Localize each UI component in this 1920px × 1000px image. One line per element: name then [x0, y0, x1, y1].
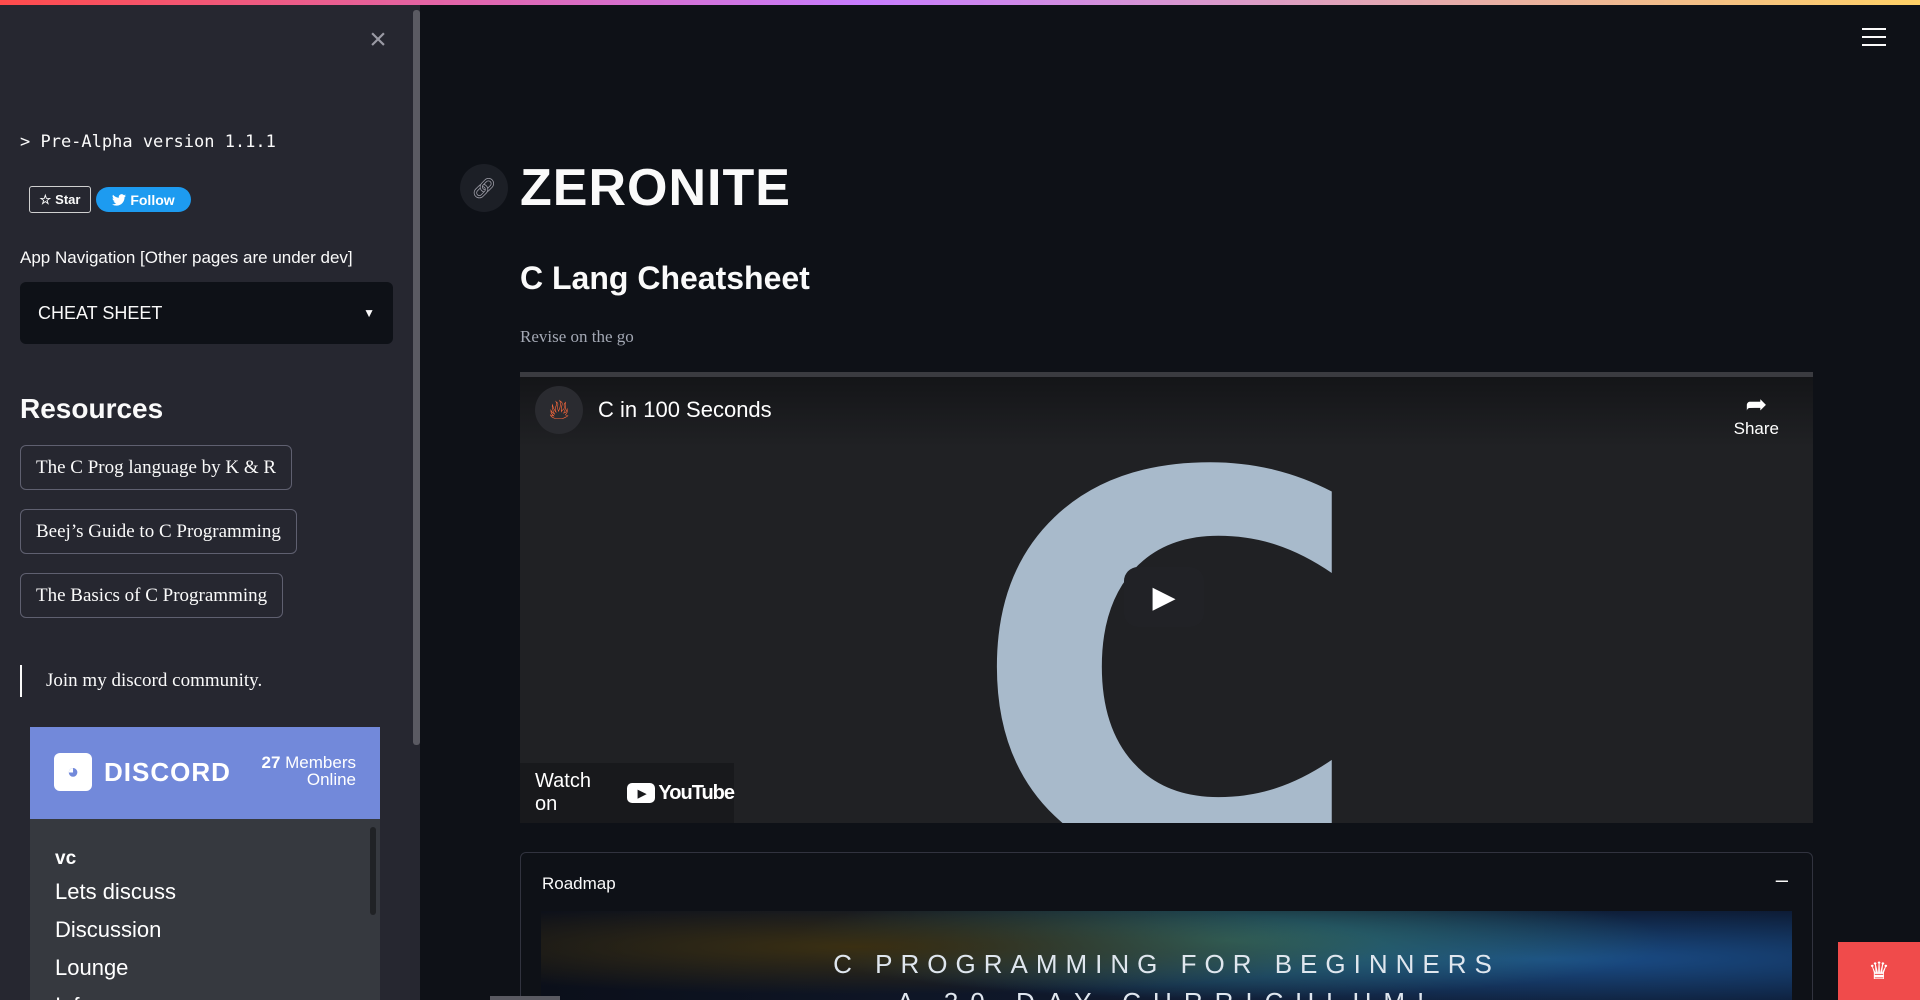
youtube-video-embed[interactable]: C 🔥︎ C in 100 Seconds ➦ Share ▶ Watch on…: [520, 372, 1813, 823]
sidebar-scrollbar[interactable]: [413, 5, 420, 1000]
channel-item[interactable]: Lets discuss: [55, 873, 176, 911]
video-title[interactable]: C in 100 Seconds: [598, 397, 772, 423]
roadmap-banner-image: C PROGRAMMING FOR BEGINNERS A 30 DAY CUR…: [541, 911, 1792, 1000]
hamburger-menu-icon[interactable]: [1862, 28, 1886, 48]
resource-button-beej[interactable]: Beej’s Guide to C Programming: [20, 509, 297, 554]
banner-line-2: A 30 DAY CURRICULUM!: [541, 987, 1792, 1000]
discord-widget-scrollbar[interactable]: [370, 827, 376, 915]
discord-note: Join my discord community.: [20, 665, 262, 697]
twitter-follow-label: Follow: [130, 191, 175, 208]
sidebar-scrollbar-thumb[interactable]: [413, 10, 420, 745]
chevron-down-icon: ▼: [363, 306, 375, 320]
watch-on-label: Watch on: [535, 770, 591, 815]
youtube-label: YouTube: [658, 781, 735, 804]
channel-item[interactable]: Lounge: [55, 949, 176, 987]
version-text: > Pre-Alpha version 1.1.1: [20, 132, 276, 152]
channel-item[interactable]: vc: [55, 845, 176, 873]
github-star-button[interactable]: ☆ Star: [29, 186, 91, 213]
play-button[interactable]: ▶: [1124, 567, 1204, 627]
watch-on-youtube-button[interactable]: Watch on ▶ YouTube: [520, 763, 735, 823]
banner-line-1: C PROGRAMMING FOR BEGINNERS: [833, 949, 1500, 979]
play-icon: ▶: [1152, 580, 1176, 614]
discord-channel-list: vc Lets discuss Discussion Lounge Info: [55, 845, 176, 1000]
discord-widget: ◕ DISCORD 27 Members Online vc Lets disc…: [30, 727, 380, 1000]
youtube-logo: ▶ YouTube: [627, 781, 735, 805]
online-word: Online: [306, 770, 356, 789]
horizontal-scrollbar-thumb[interactable]: [490, 996, 560, 1000]
app-navigation-label: App Navigation [Other pages are under de…: [20, 248, 353, 267]
discord-widget-header: ◕ DISCORD 27 Members Online: [30, 727, 380, 819]
close-icon: ×: [369, 23, 387, 56]
crown-icon[interactable]: ♛: [1838, 942, 1920, 1000]
twitter-follow-button[interactable]: Follow: [96, 187, 191, 212]
page-subtitle: C Lang Cheatsheet: [520, 260, 810, 296]
resource-button-kr[interactable]: The C Prog language by K & R: [20, 445, 293, 490]
discord-brand: DISCORD: [104, 757, 231, 787]
resource-button-basics[interactable]: The Basics of C Programming: [20, 573, 284, 618]
channel-avatar-fire-icon[interactable]: 🔥︎: [535, 386, 583, 434]
resources-heading: Resources: [20, 393, 164, 424]
roadmap-expander[interactable]: Roadmap – C PROGRAMMING FOR BEGINNERS A …: [520, 852, 1813, 1000]
star-icon: ☆: [39, 191, 52, 207]
github-star-label: Star: [55, 192, 81, 207]
channel-item[interactable]: Discussion: [55, 911, 176, 949]
link-icon[interactable]: 🔗︎: [460, 164, 508, 212]
discord-logo-icon: ◕: [54, 753, 92, 791]
share-label: Share: [1733, 419, 1779, 438]
page-select-value: CHEAT SHEET: [38, 302, 163, 323]
page-caption: Revise on the go: [520, 327, 634, 346]
youtube-play-icon: ▶: [627, 783, 656, 803]
sidebar: × > Pre-Alpha version 1.1.1 ☆ Star Follo…: [0, 5, 413, 1000]
discord-members-online: 27 Members Online: [261, 754, 356, 788]
share-arrow-icon: ➦: [1745, 389, 1768, 419]
twitter-bird-icon: [112, 193, 127, 206]
close-sidebar-button[interactable]: ×: [365, 25, 391, 55]
channel-item[interactable]: Info: [55, 987, 176, 1000]
page-title: ZERONITE: [520, 159, 791, 217]
roadmap-expander-label[interactable]: Roadmap: [542, 874, 616, 894]
page-select[interactable]: CHEAT SHEET ▼: [20, 282, 393, 344]
collapse-toggle-icon[interactable]: –: [1776, 867, 1788, 893]
members-count: 27: [261, 753, 281, 772]
share-button[interactable]: ➦ Share: [1734, 389, 1779, 439]
